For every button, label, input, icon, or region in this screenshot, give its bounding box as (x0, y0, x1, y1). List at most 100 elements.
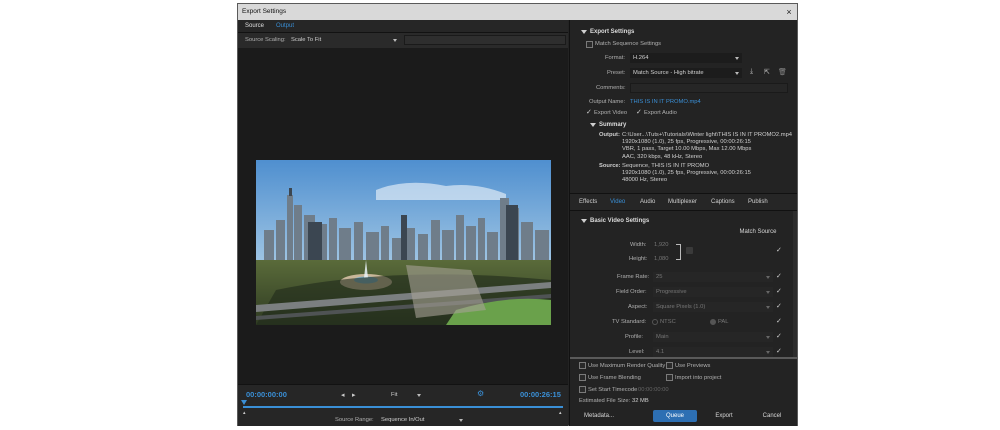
output-name-link[interactable]: THIS IS IN IT PROMO.mp4 (630, 99, 701, 105)
max-render-checkbox[interactable] (579, 362, 586, 369)
playhead-icon[interactable] (241, 400, 247, 405)
tv-standard-check-icon[interactable]: ✓ (776, 317, 782, 325)
source-range-dropdown[interactable]: Sequence In/Out (378, 415, 466, 425)
title-bar: Export Settings × (238, 4, 797, 20)
source-scaling-dropdown[interactable]: Scale To Fit (288, 35, 400, 45)
scrollbar[interactable] (793, 211, 797, 357)
preview-panel: Source Output Source Scaling: Scale To F… (238, 20, 568, 426)
ntsc-radio[interactable] (652, 319, 658, 325)
trash-icon[interactable]: 🗑 (778, 68, 787, 76)
timecode-start[interactable]: 00:00:00:00 (246, 390, 287, 399)
summary-source-line: 1920x1080 (1.0), 25 fps, Progressive, 00… (622, 170, 751, 177)
summary-output-line: 1920x1080 (1.0), 25 fps, Progressive, 00… (622, 139, 751, 146)
comments-label: Comments: (596, 85, 626, 91)
width-label: Width: (630, 242, 647, 248)
use-previews-label: Use Previews (675, 363, 711, 369)
tab-source[interactable]: Source (245, 20, 264, 33)
settings-panel: Export Settings Match Sequence Settings … (569, 20, 797, 426)
tab-audio[interactable]: Audio (640, 199, 655, 205)
height-value[interactable]: 1,080 (654, 256, 669, 262)
queue-button[interactable]: Queue (653, 410, 697, 422)
start-timecode-checkbox[interactable] (579, 386, 586, 393)
field-order-label: Field Order: (616, 289, 647, 295)
fit-dropdown[interactable]: Fit (388, 390, 424, 400)
est-file-size-value: 32 MB (632, 398, 649, 404)
width-value[interactable]: 1,920 (654, 242, 669, 248)
chevron-down-icon (766, 336, 770, 339)
summary-collapse-icon[interactable] (590, 123, 596, 127)
level-dropdown[interactable]: 4.1 (653, 347, 773, 357)
chevron-down-icon (766, 276, 770, 279)
preset-label: Preset: (607, 70, 626, 76)
cancel-button[interactable]: Cancel (750, 410, 794, 422)
export-button[interactable]: Export (702, 410, 746, 422)
frame-rate-value: 25 (656, 274, 663, 280)
comments-input[interactable] (630, 83, 788, 93)
out-point-icon[interactable]: ▴ (559, 410, 562, 416)
frame-rate-check-icon[interactable]: ✓ (776, 272, 782, 280)
close-icon[interactable]: × (783, 4, 795, 20)
level-check-icon[interactable]: ✓ (776, 347, 782, 355)
aspect-label: Aspect: (628, 304, 648, 310)
summary-heading: Summary (599, 122, 627, 128)
save-preset-icon[interactable]: ⤓ (750, 68, 753, 76)
import-project-checkbox[interactable] (666, 374, 673, 381)
match-sequence-checkbox[interactable] (586, 41, 593, 48)
export-video-label: Export Video (594, 110, 628, 116)
chevron-down-icon (766, 291, 770, 294)
mark-in-icon[interactable]: ◂ (341, 391, 345, 399)
link-bracket-icon (676, 244, 681, 260)
import-project-label: Import into project (675, 375, 722, 381)
profile-check-icon[interactable]: ✓ (776, 332, 782, 340)
in-point-icon[interactable]: ▴ (243, 410, 246, 416)
format-dropdown[interactable]: H.264 (630, 53, 742, 63)
export-audio-check-icon[interactable]: ✓ (636, 108, 642, 116)
chicago-skyline-image (256, 160, 551, 325)
settings-tabs: Effects Video Audio Multiplexer Captions… (570, 194, 797, 210)
match-source-button[interactable]: Match Source (736, 226, 780, 238)
format-label: Format: (605, 55, 625, 61)
summary-source-label: Source: (599, 163, 621, 169)
source-range-value: Sequence In/Out (381, 417, 425, 423)
output-name-label: Output Name: (589, 99, 626, 105)
timecode-end: 00:00:26:15 (520, 390, 561, 399)
pal-label: PAL (718, 319, 729, 325)
mark-out-icon[interactable]: ▸ (352, 391, 356, 399)
aspect-check-icon[interactable]: ✓ (776, 302, 782, 310)
field-order-dropdown[interactable]: Progressive (653, 287, 773, 297)
export-video-check-icon[interactable]: ✓ (586, 108, 592, 116)
frame-rate-dropdown[interactable]: 25 (653, 272, 773, 282)
chevron-down-icon (417, 394, 421, 397)
chain-link-icon[interactable] (686, 247, 693, 254)
aspect-value: Square Pixels (1.0) (656, 304, 706, 310)
timeline-scrubber[interactable] (243, 406, 563, 408)
basic-video-collapse-icon[interactable] (581, 219, 587, 223)
tab-publish[interactable]: Publish (748, 199, 768, 205)
scaling-bar (404, 35, 566, 45)
preset-dropdown[interactable]: Match Source - High bitrate (630, 68, 742, 78)
video-viewer (238, 48, 568, 384)
start-timecode-value[interactable]: 00:00:00:00 (638, 387, 669, 393)
use-previews-checkbox[interactable] (666, 362, 673, 369)
profile-dropdown[interactable]: Main (653, 332, 773, 342)
width-height-check-icon[interactable]: ✓ (776, 246, 782, 254)
tab-multiplexer[interactable]: Multiplexer (668, 199, 697, 205)
tab-output[interactable]: Output (276, 20, 294, 33)
tv-standard-label: TV Standard: (612, 319, 647, 325)
field-order-check-icon[interactable]: ✓ (776, 287, 782, 295)
video-frame-image (256, 160, 551, 325)
aspect-dropdown[interactable]: Square Pixels (1.0) (653, 302, 773, 312)
divider (570, 210, 797, 211)
metadata-button[interactable]: Metadata... (578, 410, 620, 422)
tab-video[interactable]: Video (610, 199, 625, 205)
playback-controls: 00:00:00:00 ◂ ▸ Fit ⚙ 00:00:26:15 ▴ ▴ So… (238, 384, 568, 426)
collapse-icon[interactable] (581, 30, 587, 34)
tab-captions[interactable]: Captions (711, 199, 735, 205)
import-preset-icon[interactable]: ⇱ (764, 68, 770, 76)
source-scaling-row: Source Scaling: Scale To Fit (238, 33, 568, 48)
tab-effects[interactable]: Effects (579, 199, 597, 205)
settings-icon[interactable]: ⚙ (477, 389, 484, 398)
chevron-down-icon (735, 72, 739, 75)
frame-blending-checkbox[interactable] (579, 374, 586, 381)
pal-radio[interactable] (710, 319, 716, 325)
